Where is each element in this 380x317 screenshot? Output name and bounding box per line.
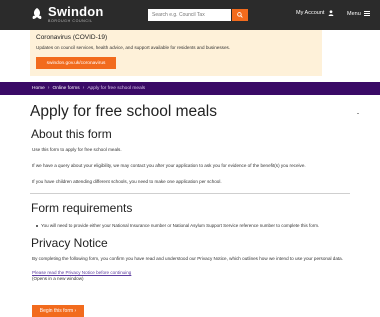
logo-text: Swindon	[48, 4, 104, 19]
account-label: My Account	[296, 10, 325, 16]
privacy-heading: Privacy Notice	[31, 236, 108, 250]
covid-link-button[interactable]: swindon.gov.uk/coronavirus	[36, 57, 116, 69]
menu-label: Menu	[347, 10, 361, 17]
user-icon	[329, 10, 334, 16]
privacy-notice-link[interactable]: Please read the Privacy Notice before co…	[32, 270, 131, 275]
begin-form-button[interactable]: Begin this form ›	[32, 305, 84, 317]
text-cursor	[357, 113, 359, 114]
swindon-logo-icon	[32, 8, 42, 19]
privacy-paragraph: By completing the following form, you co…	[32, 256, 344, 261]
requirements-list-item: You will need to provide either your Nat…	[36, 223, 319, 228]
search-input[interactable]	[148, 9, 231, 21]
logo-subtext: BOROUGH COUNCIL	[48, 19, 93, 23]
requirements-text: You will need to provide either your Nat…	[41, 223, 320, 228]
requirements-heading: Form requirements	[31, 201, 133, 215]
chevron-right-icon: ›	[47, 85, 50, 91]
breadcrumb-home[interactable]: Home	[32, 86, 45, 91]
site-header: Swindon BOROUGH COUNCIL My Account Menu	[0, 0, 380, 30]
opens-new-window-note: (Opens in a new window)	[32, 276, 84, 281]
about-paragraph-3: If you have children attending different…	[32, 179, 222, 184]
page-title: Apply for free school meals	[30, 103, 217, 120]
breadcrumb: Home › Online forms › Apply for free sch…	[32, 85, 145, 91]
menu-button[interactable]: Menu	[347, 10, 370, 17]
covid-title: Coronavirus (COVID-19)	[36, 34, 108, 41]
breadcrumb-online-forms[interactable]: Online forms	[52, 86, 79, 91]
section-divider	[30, 193, 350, 194]
about-heading: About this form	[31, 127, 112, 141]
site-logo[interactable]: Swindon BOROUGH COUNCIL	[30, 4, 104, 24]
search-button[interactable]	[232, 9, 248, 21]
about-paragraph-2: If we have a query about your eligibilit…	[32, 163, 306, 168]
breadcrumb-current: Apply for free school meals	[87, 85, 146, 91]
bullet-icon	[36, 224, 38, 227]
hamburger-icon	[363, 10, 370, 17]
about-paragraph-1: Use this form to apply for free school m…	[32, 147, 122, 152]
covid-description: Updates on council services, health advi…	[36, 45, 231, 50]
my-account-link[interactable]: My Account	[296, 10, 334, 16]
chevron-right-icon: ›	[82, 85, 85, 91]
search-icon	[237, 12, 243, 18]
